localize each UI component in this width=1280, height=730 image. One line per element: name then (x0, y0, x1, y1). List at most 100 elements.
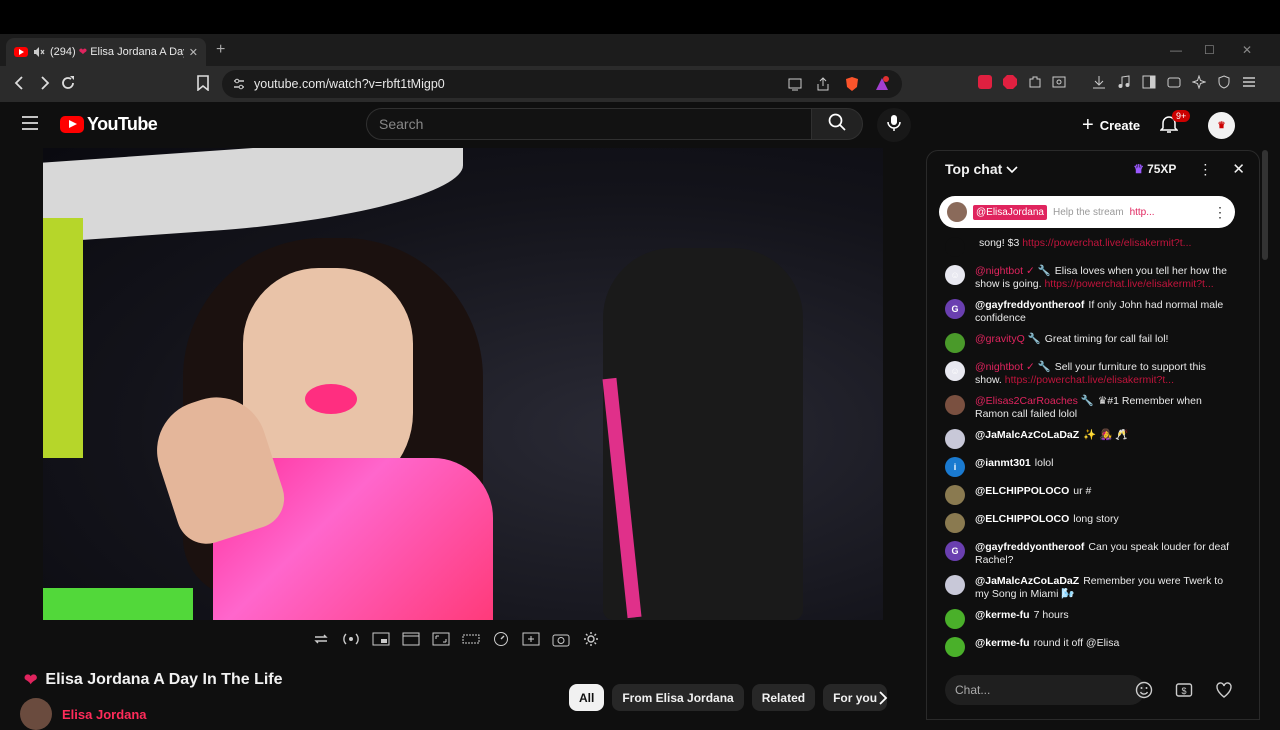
chat-messages-list[interactable]: song! $3 https://powerchat.live/elisaker… (927, 233, 1247, 663)
url-bar[interactable]: youtube.com/watch?v=rbft1tMigp0 (222, 70, 902, 98)
chat-message[interactable]: song! $3 https://powerchat.live/elisaker… (927, 233, 1247, 261)
search-input[interactable] (366, 108, 812, 140)
loop-icon[interactable] (310, 628, 332, 650)
leo-ai-icon[interactable] (1191, 74, 1207, 94)
chat-avatar[interactable]: ☺ (945, 265, 965, 285)
voice-search-button[interactable] (877, 108, 911, 142)
close-tab-icon[interactable]: ✕ (189, 46, 198, 59)
chat-author[interactable]: @nightbot ✓ 🔧 (975, 361, 1051, 373)
more-options-icon[interactable]: ⋮ (1198, 161, 1212, 178)
chat-avatar[interactable] (945, 333, 965, 353)
settings-gear-icon[interactable] (580, 628, 602, 650)
wallet-icon[interactable] (1167, 75, 1181, 94)
chat-message[interactable]: @JaMalcAzCoLaDaZ ✨ 👩‍🎤 🥂 (927, 425, 1247, 453)
emoji-icon[interactable] (1135, 681, 1153, 704)
account-avatar[interactable]: ♛ (1208, 112, 1235, 139)
aspect-ratio-icon[interactable] (430, 628, 452, 650)
chat-author[interactable]: @ELCHIPPOLOCO (975, 485, 1069, 497)
forward-icon[interactable] (36, 75, 52, 96)
close-chat-icon[interactable]: ✕ (1232, 160, 1245, 178)
extensions-puzzle-icon[interactable] (1028, 75, 1042, 94)
chat-author[interactable]: @gayfreddyontheroof (975, 541, 1084, 553)
chat-author[interactable]: @kerme-fu (975, 637, 1030, 649)
sidebar-icon[interactable] (1142, 75, 1156, 94)
picture-in-picture-icon[interactable] (370, 628, 392, 650)
brave-rewards-icon[interactable] (874, 76, 890, 95)
chat-author[interactable]: @Elisas2CarRoaches 🔧 (975, 395, 1094, 407)
frame-step-icon[interactable] (520, 628, 542, 650)
chat-author[interactable]: @nightbot ✓ 🔧 (975, 265, 1051, 277)
chat-link[interactable]: https://powerchat.live/elisakermit?t... (1022, 237, 1191, 249)
chat-author[interactable]: @ELCHIPPOLOCO (975, 513, 1069, 525)
chat-message[interactable]: @gravityQ 🔧 Great timing for call fail lo… (927, 329, 1247, 357)
chat-avatar[interactable]: G (945, 541, 965, 561)
audio-icon[interactable] (340, 628, 362, 650)
close-window-icon[interactable]: ✕ (1242, 43, 1252, 57)
youtube-logo[interactable]: YouTube (60, 114, 158, 135)
super-chat-icon[interactable]: $ (1175, 681, 1193, 704)
pinned-link[interactable]: http... (1130, 207, 1155, 218)
chat-message[interactable]: @ELCHIPPOLOCO long story (927, 509, 1247, 537)
share-icon[interactable] (816, 77, 830, 94)
chip-related[interactable]: Related (751, 684, 816, 711)
muted-speaker-icon[interactable] (33, 46, 45, 58)
cast-icon[interactable] (788, 77, 802, 94)
chat-author[interactable]: @JaMalcAzCoLaDaZ (975, 575, 1079, 587)
back-icon[interactable] (12, 75, 28, 96)
camera-screenshot-icon[interactable] (550, 628, 572, 650)
speed-icon[interactable] (490, 628, 512, 650)
browser-menu-icon[interactable] (1242, 75, 1256, 94)
chat-avatar[interactable] (945, 429, 965, 449)
chat-avatar[interactable] (945, 395, 965, 415)
chat-avatar[interactable] (945, 237, 965, 257)
chat-avatar[interactable] (945, 575, 965, 595)
adblock-plus-icon[interactable] (1003, 75, 1017, 94)
chat-message[interactable]: @JaMalcAzCoLaDaZ Remember you were Twerk … (927, 571, 1247, 605)
chat-message[interactable]: ☺ @nightbot ✓ 🔧 Sell your furniture to sup… (927, 357, 1247, 391)
chat-message[interactable]: G @gayfreddyontheroof If only John had nor… (927, 295, 1247, 329)
screenshot-icon[interactable] (1052, 75, 1066, 94)
chat-avatar[interactable]: i (945, 457, 965, 477)
chat-message[interactable]: @kerme-fu round it off @Elisa (927, 633, 1247, 661)
maximize-icon[interactable]: ☐ (1204, 43, 1215, 57)
xp-badge[interactable]: ♛ 75XP (1133, 162, 1176, 176)
chat-link[interactable]: https://powerchat.live/elisakermit?t... (1044, 278, 1213, 290)
chat-avatar[interactable]: ☺ (945, 361, 965, 381)
chat-author[interactable]: @JaMalcAzCoLaDaZ (975, 429, 1079, 441)
music-icon[interactable] (1117, 75, 1131, 94)
film-strip-icon[interactable] (400, 628, 422, 650)
chat-input[interactable] (945, 675, 1145, 705)
page-scrollbar[interactable] (1262, 150, 1268, 260)
reload-icon[interactable] (60, 75, 76, 96)
chat-author[interactable]: @gravityQ 🔧 (975, 333, 1041, 345)
chat-avatar[interactable] (945, 609, 965, 629)
chat-message[interactable]: @kerme-fu 7 hours (927, 605, 1247, 633)
new-tab-icon[interactable]: + (216, 41, 225, 59)
chat-message[interactable]: @Elisas2CarRoaches 🔧 ♛#1 Remember when Ra… (927, 391, 1247, 425)
chat-link[interactable]: https://powerchat.live/elisakermit?t... (1005, 374, 1174, 386)
chat-avatar[interactable] (945, 513, 965, 533)
bookmark-icon[interactable] (196, 75, 210, 96)
chip-from-channel[interactable]: From Elisa Jordana (612, 684, 744, 711)
hamburger-menu-icon[interactable] (20, 115, 40, 136)
site-info-icon[interactable] (232, 77, 246, 94)
chat-author[interactable]: @kerme-fu (975, 609, 1030, 621)
channel-name[interactable]: Elisa Jordana (62, 707, 147, 722)
download-icon[interactable] (1092, 75, 1106, 94)
chat-message[interactable]: i @ianmt301 lolol (927, 453, 1247, 481)
extension-red-icon[interactable] (978, 75, 992, 94)
chat-avatar[interactable] (945, 485, 965, 505)
chat-message[interactable]: ☺ @nightbot ✓ 🔧 Elisa loves when you tell … (927, 261, 1247, 295)
chat-author[interactable]: @ianmt301 (975, 457, 1031, 469)
chat-mode-dropdown[interactable]: Top chat (945, 161, 1018, 177)
chat-message[interactable]: @ELCHIPPOLOCO ur # (927, 481, 1247, 509)
channel-avatar[interactable] (20, 698, 52, 730)
cinema-mode-icon[interactable] (460, 628, 482, 650)
chat-avatar[interactable] (945, 637, 965, 657)
create-button[interactable]: + Create (1070, 108, 1152, 142)
chat-message[interactable]: G @gayfreddyontheroof Can you speak louder… (927, 537, 1247, 571)
minimize-icon[interactable]: — (1170, 43, 1182, 57)
chip-all[interactable]: All (569, 684, 605, 711)
chat-avatar[interactable]: G (945, 299, 965, 319)
search-button[interactable] (811, 108, 863, 140)
